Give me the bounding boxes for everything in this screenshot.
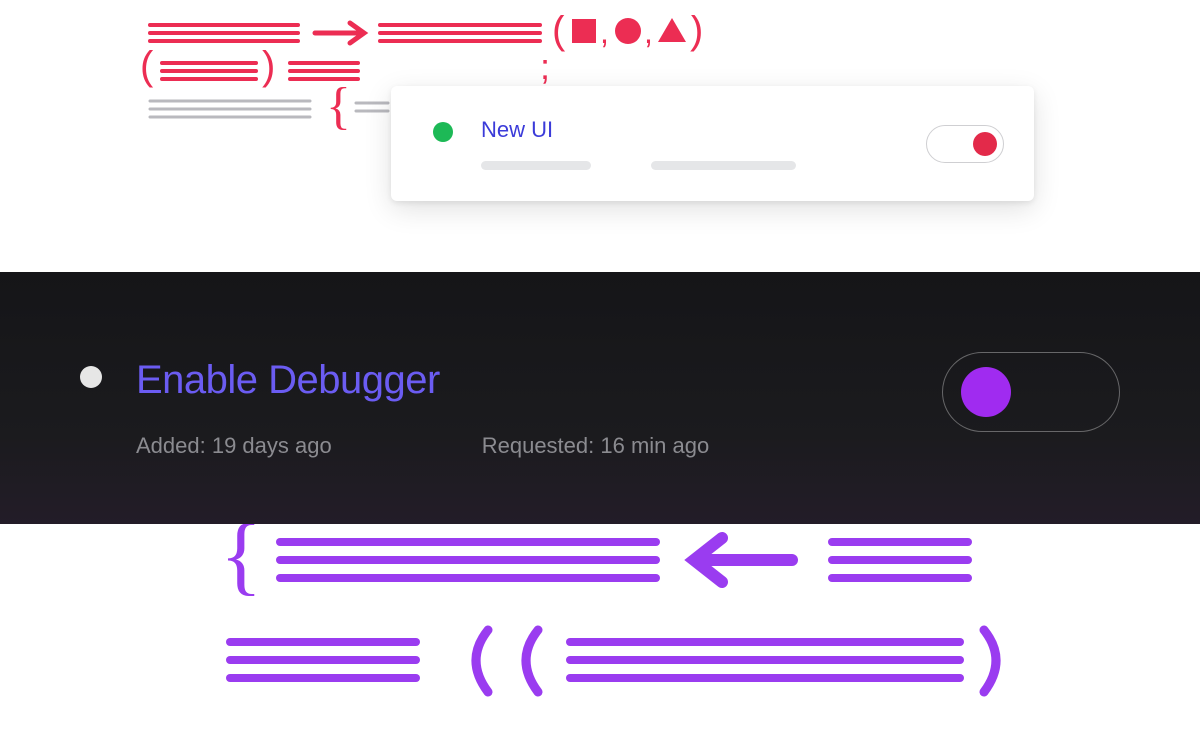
svg-text:): ) bbox=[690, 15, 703, 52]
svg-text:{: { bbox=[326, 78, 351, 135]
status-dot-icon bbox=[80, 366, 102, 388]
placeholder-bar bbox=[481, 161, 591, 170]
svg-text:): ) bbox=[262, 44, 275, 88]
added-label: Added: 19 days ago bbox=[136, 433, 332, 459]
requested-label: Requested: 16 min ago bbox=[482, 433, 710, 459]
toggle-knob-icon bbox=[973, 132, 997, 156]
svg-text:,: , bbox=[600, 15, 609, 50]
feature-title: New UI bbox=[481, 117, 926, 143]
decorative-code-purple: { bbox=[220, 524, 1050, 724]
svg-text:,: , bbox=[644, 15, 653, 50]
placeholder-bar bbox=[651, 161, 796, 170]
feature-card-new-ui: New UI bbox=[391, 86, 1034, 201]
feature-title: Enable Debugger bbox=[136, 358, 942, 403]
svg-text:{: { bbox=[220, 524, 262, 604]
toggle-knob-icon bbox=[961, 367, 1011, 417]
svg-text:(: ( bbox=[140, 44, 154, 88]
placeholder-meta bbox=[481, 161, 926, 170]
status-dot-icon bbox=[433, 122, 453, 142]
svg-text:(: ( bbox=[552, 15, 566, 52]
feature-toggle[interactable] bbox=[942, 352, 1120, 432]
svg-text:;: ; bbox=[540, 46, 550, 87]
feature-panel-enable-debugger: Enable Debugger Added: 19 days ago Reque… bbox=[0, 272, 1200, 524]
feature-toggle[interactable] bbox=[926, 125, 1004, 163]
